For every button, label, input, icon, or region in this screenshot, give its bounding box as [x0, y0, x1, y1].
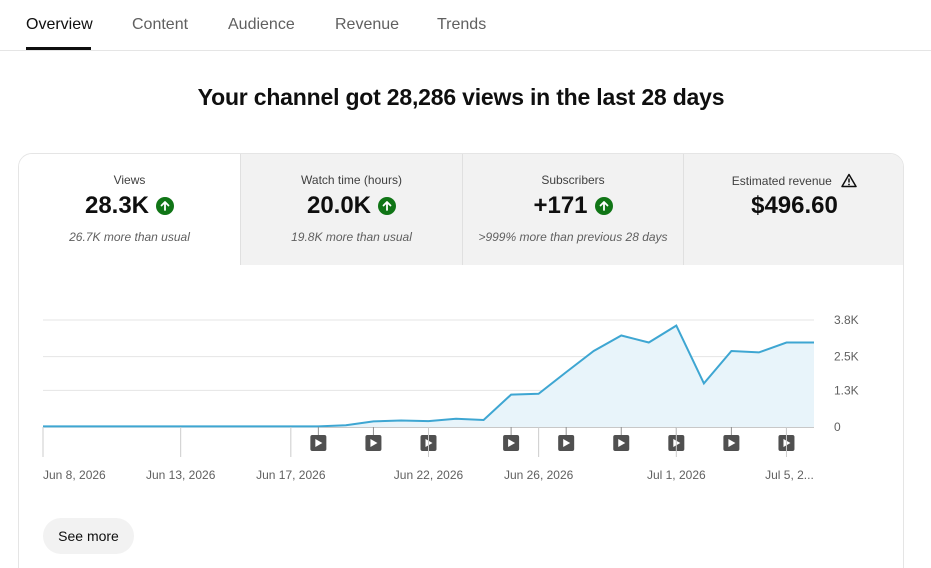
metric-value-text: +171: [533, 192, 588, 219]
metric-label: Subscribers: [541, 173, 605, 187]
x-tick-label: Jul 5, 2...: [765, 468, 814, 482]
metric-value-text: 20.0K: [306, 192, 372, 219]
metric-comparison: >999% more than previous 28 days: [478, 230, 668, 244]
metric-label: Watch time (hours): [301, 173, 402, 187]
tab-trends[interactable]: Trends: [437, 16, 486, 34]
x-tick-label: Jun 22, 2026: [394, 468, 464, 482]
y-tick-label: 1.3K: [834, 383, 859, 397]
x-tick-label: Jun 13, 2026: [146, 468, 216, 482]
metric-row: Views 28.3K 26.7K more than usual Watch …: [19, 154, 903, 265]
metric-watch-time[interactable]: Watch time (hours) 20.0K 19.8K more than…: [240, 154, 462, 265]
metric-subscribers[interactable]: Subscribers +171 >999% more than previou…: [462, 154, 683, 265]
tab-overview[interactable]: Overview: [26, 16, 93, 34]
metric-views[interactable]: Views 28.3K 26.7K more than usual: [19, 154, 240, 265]
page-headline: Your channel got 28,286 views in the las…: [197, 84, 725, 110]
arrow-up-icon: [156, 197, 175, 215]
tab-bar: Overview Content Audience Revenue Trends: [0, 0, 931, 51]
y-tick-label: 0: [834, 420, 841, 434]
metric-label: Estimated revenue: [684, 173, 903, 188]
metric-comparison: 26.7K more than usual: [69, 230, 190, 244]
tab-audience[interactable]: Audience: [228, 16, 295, 34]
metric-value-text: 28.3K: [84, 192, 150, 219]
tab-content[interactable]: Content: [132, 16, 188, 34]
tab-revenue[interactable]: Revenue: [335, 16, 399, 34]
see-more-button[interactable]: See more: [43, 518, 134, 554]
metric-value-text: $496.60: [751, 192, 838, 219]
metric-label: Views: [113, 173, 146, 187]
metric-value: $496.60: [684, 192, 903, 220]
metric-label-text: Estimated revenue: [731, 174, 832, 188]
arrow-up-icon: [594, 197, 613, 215]
metric-comparison: 19.8K more than usual: [291, 230, 412, 244]
x-tick-label: Jul 1, 2026: [647, 468, 706, 482]
x-tick-label: Jun 8, 2026: [43, 468, 106, 482]
warning-icon[interactable]: [841, 173, 857, 188]
metric-value: 28.3K: [19, 192, 240, 220]
y-tick-label: 2.5K: [834, 350, 859, 364]
x-tick-label: Jun 26, 2026: [504, 468, 574, 482]
metric-value: +171: [463, 192, 683, 220]
arrow-up-icon: [378, 197, 397, 215]
y-tick-label: 3.8K: [834, 313, 859, 327]
metric-value: 20.0K: [241, 192, 462, 220]
x-tick-label: Jun 17, 2026: [256, 468, 326, 482]
active-tab-indicator: [26, 47, 91, 50]
metric-estimated-revenue[interactable]: Estimated revenue $496.60: [683, 154, 903, 265]
